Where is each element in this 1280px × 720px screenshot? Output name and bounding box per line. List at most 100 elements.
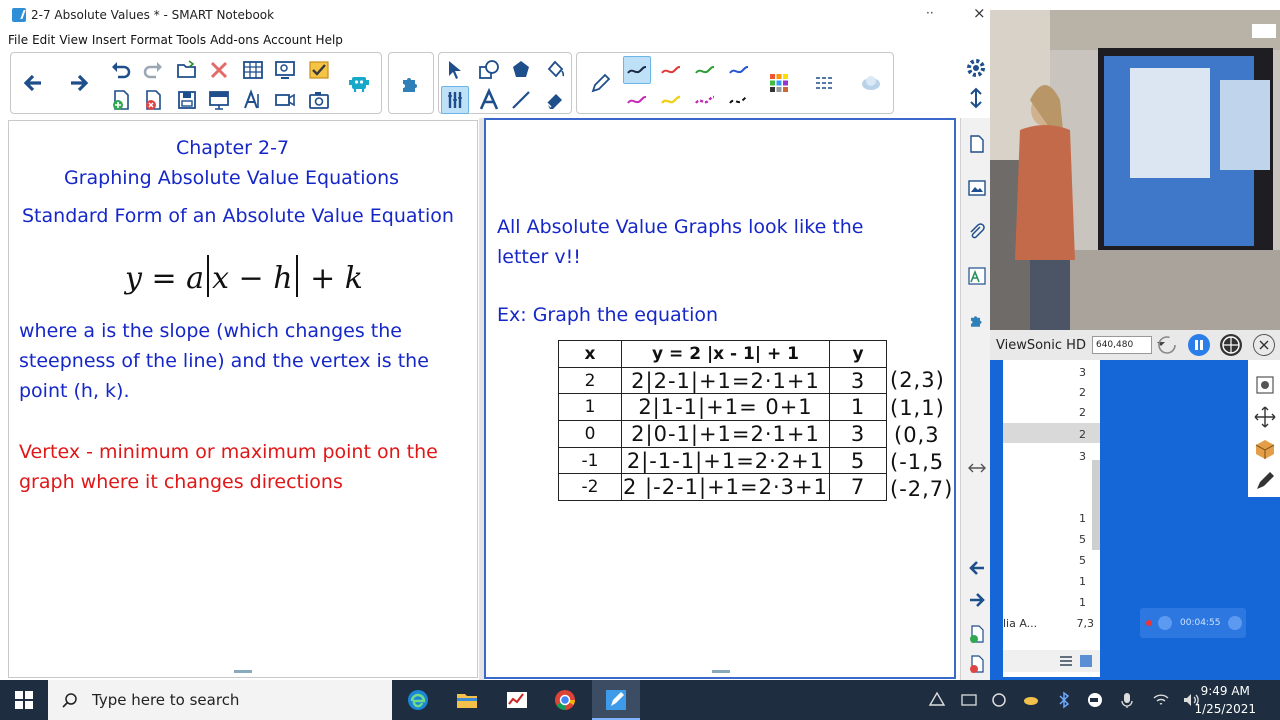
page-sorter-tab[interactable] <box>967 134 987 154</box>
fill-effects-button[interactable] <box>857 69 885 97</box>
tray-security-icon[interactable] <box>960 691 978 709</box>
pen-magenta-button[interactable] <box>623 86 651 114</box>
select-tool-button[interactable] <box>441 56 469 84</box>
menu-insert[interactable]: Insert <box>92 33 126 47</box>
details-view-icon[interactable] <box>1059 654 1073 668</box>
stop-icon[interactable] <box>1228 616 1243 630</box>
pause-icon[interactable] <box>1158 616 1172 630</box>
next-page-button[interactable] <box>65 69 93 97</box>
abs-bar-right <box>295 255 298 297</box>
wifi-icon[interactable] <box>1152 691 1170 709</box>
pen-black-button[interactable] <box>623 56 651 84</box>
tray-meeting-icon[interactable] <box>1086 691 1104 709</box>
right-page[interactable]: All Absolute Value Graphs look like the … <box>484 118 956 679</box>
pen-dashed-black-button[interactable] <box>725 86 753 114</box>
minimize-button[interactable]: ·· <box>926 6 934 20</box>
video-button[interactable] <box>271 86 299 114</box>
pause-button[interactable] <box>1188 334 1210 356</box>
properties-tab[interactable] <box>967 266 987 286</box>
resize-handle[interactable] <box>967 458 987 478</box>
smart-notebook-task-active[interactable] <box>592 680 640 720</box>
menu-tools[interactable]: Tools <box>177 33 207 47</box>
previous-page-tab[interactable] <box>967 558 987 578</box>
menu-addons[interactable]: Add-ons <box>210 33 259 47</box>
taskbar-search-box[interactable]: Type here to search <box>48 680 392 720</box>
undo-button[interactable] <box>107 56 135 84</box>
size-value: 5 <box>1079 533 1086 546</box>
microphone-icon[interactable] <box>1118 691 1136 709</box>
pen-tool-button[interactable] <box>587 69 615 97</box>
pen-red-button[interactable] <box>657 56 685 84</box>
previous-page-button[interactable] <box>19 69 47 97</box>
delete-page-button[interactable] <box>139 86 167 114</box>
tray-sync-icon[interactable] <box>990 691 1008 709</box>
text-tool-button[interactable] <box>475 86 503 114</box>
open-file-button[interactable] <box>173 56 201 84</box>
close-webcam-button[interactable] <box>1253 334 1275 356</box>
tiles-view-icon[interactable] <box>1079 654 1093 668</box>
delete-page-tab[interactable] <box>967 654 987 674</box>
addons-button[interactable] <box>345 69 373 97</box>
pen-blue-button[interactable] <box>725 56 753 84</box>
new-page-button[interactable] <box>107 86 135 114</box>
move-toolbar-button[interactable] <box>962 84 990 112</box>
camera-shutter-button[interactable] <box>1220 334 1242 356</box>
left-page[interactable]: Chapter 2-7 Graphing Absolute Value Equa… <box>8 120 478 678</box>
next-page-tab[interactable] <box>967 590 987 610</box>
line-tool-button[interactable] <box>507 86 535 114</box>
screen-capture-button[interactable] <box>271 56 299 84</box>
edge-browser-icon[interactable] <box>406 688 430 712</box>
fill-tool-button[interactable] <box>541 56 569 84</box>
close-button[interactable]: × <box>973 4 986 22</box>
color-palette-button[interactable] <box>765 69 793 97</box>
menu-edit[interactable]: Edit <box>32 33 55 47</box>
pen-dashed-magenta-button[interactable] <box>691 86 719 114</box>
package-icon[interactable] <box>1254 438 1276 460</box>
pen-green-button[interactable] <box>691 56 719 84</box>
example-label: Ex: Graph the equation <box>497 304 719 326</box>
text-formatting-button[interactable] <box>239 86 267 114</box>
menu-help[interactable]: Help <box>316 33 343 47</box>
menu-format[interactable]: Format <box>130 33 172 47</box>
lesson-activity-button[interactable] <box>397 69 425 97</box>
addons-tab[interactable] <box>967 310 987 330</box>
file-explorer-icon[interactable] <box>455 688 479 712</box>
eraser-button[interactable] <box>541 86 569 114</box>
screen-shade-button[interactable] <box>205 86 233 114</box>
intro-line-2: letter v!! <box>497 246 581 268</box>
menu-view[interactable]: View <box>59 33 87 47</box>
windows-start-icon[interactable] <box>12 688 36 712</box>
scrollbar-thumb[interactable] <box>1092 460 1100 550</box>
tray-app-icon[interactable] <box>928 691 946 709</box>
delete-button[interactable] <box>205 56 233 84</box>
pen-yellow-button[interactable] <box>657 86 685 114</box>
redo-button[interactable] <box>139 56 167 84</box>
menu-file[interactable]: File <box>8 33 28 47</box>
resolution-select[interactable]: 640,480 <box>1091 336 1165 354</box>
recording-widget[interactable]: 00:04:55 <box>1140 608 1246 638</box>
settings-button[interactable] <box>962 54 990 82</box>
save-button[interactable] <box>173 86 201 114</box>
document-camera-button[interactable] <box>305 86 333 114</box>
app-chart-icon[interactable] <box>505 688 529 712</box>
gallery-tab[interactable] <box>967 178 987 198</box>
line-style-button[interactable] <box>811 69 839 97</box>
add-page-tab[interactable] <box>967 624 987 644</box>
response-button[interactable] <box>305 56 333 84</box>
shapes-tool-button[interactable] <box>475 56 503 84</box>
refresh-button[interactable] <box>1156 334 1178 356</box>
attachments-tab[interactable] <box>967 222 987 242</box>
menu-account[interactable]: Account <box>263 33 311 47</box>
system-clock[interactable]: 9:49 AM 1/25/2021 <box>1194 682 1256 718</box>
table-button[interactable] <box>239 56 267 84</box>
regular-polygon-button[interactable] <box>507 56 535 84</box>
pen-types-button[interactable] <box>441 86 469 114</box>
move-icon[interactable] <box>1254 406 1276 428</box>
record-icon[interactable] <box>1256 376 1274 394</box>
pen-icon[interactable] <box>1254 470 1276 492</box>
bluetooth-icon[interactable] <box>1055 691 1073 709</box>
pause-icon <box>1195 340 1203 350</box>
folder-open-icon <box>177 60 196 78</box>
chrome-icon[interactable] <box>553 688 577 712</box>
tray-cloud-icon[interactable] <box>1022 691 1040 709</box>
